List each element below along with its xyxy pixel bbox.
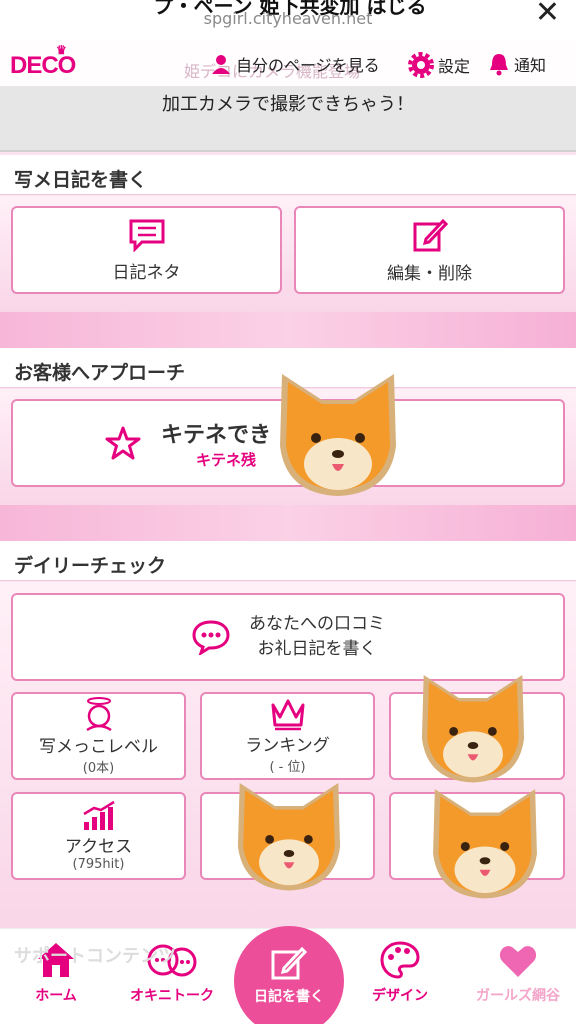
notification-link[interactable]: 通知 <box>488 52 546 76</box>
edit-delete-label: 編集・削除 <box>387 263 472 284</box>
photo-level-value: (0本) <box>82 761 115 776</box>
settings-label: 設定 <box>438 57 471 76</box>
site-header: 姫デコにカメラ機能登場 DECO ♛ 自分のページを見る 設定 通知 <box>0 40 576 86</box>
crown-icon <box>271 699 304 731</box>
photo-level-button[interactable]: 写メっこレベル (0本) <box>11 692 186 780</box>
review-line2: お礼日記を書く <box>257 639 377 659</box>
browser-bar: プ・ペーン 姫下共変加 はじる spgirl.cityheaven.net ✕ <box>0 0 576 40</box>
close-icon[interactable]: ✕ <box>535 0 560 28</box>
shiba-dog-sticker <box>280 374 396 496</box>
shiba-dog-sticker <box>237 783 341 891</box>
diary-topic-button[interactable]: 日記ネタ <box>11 206 282 294</box>
star-icon <box>105 426 141 460</box>
notice-text: 加工カメラで撮影できちゃう！ <box>162 94 414 115</box>
shiba-dog-sticker <box>433 789 537 899</box>
my-page-label: 自分のページを見る <box>236 56 380 75</box>
deco-logo[interactable]: DECO ♛ <box>10 43 76 80</box>
ranking-value: ( - 位) <box>269 760 306 775</box>
ranking-label: ランキング <box>245 736 330 756</box>
ranking-button[interactable]: ランキング ( - 位) <box>200 692 375 780</box>
my-page-link[interactable]: 自分のページを見る <box>210 52 380 76</box>
nav-okini-label: オキニトーク <box>130 988 214 1004</box>
access-button[interactable]: アクセス (795hit) <box>11 792 186 880</box>
chat-bubble-icon <box>192 620 230 655</box>
palette-icon <box>380 941 420 979</box>
daily-section-title: デイリーチェック <box>0 541 576 581</box>
access-value: (795hit) <box>72 857 125 872</box>
browser-url[interactable]: spgirl.cityheaven.net <box>0 9 576 28</box>
kitene-label: キテネでき <box>161 422 272 448</box>
nav-design-label: デザイン <box>372 988 428 1004</box>
nav-girls[interactable]: ガールズ網谷 <box>468 929 568 1024</box>
angel-icon <box>85 697 112 732</box>
bell-icon <box>490 54 508 76</box>
decorative-band <box>0 505 576 541</box>
settings-link[interactable]: 設定 <box>408 52 470 78</box>
write-diary-label: 日記を書く <box>254 989 324 1005</box>
speech-bubble-icon <box>129 219 164 252</box>
edit-icon <box>413 218 448 251</box>
person-icon <box>212 55 230 74</box>
nav-home-label: ホーム <box>35 988 77 1004</box>
nav-girls-label: ガールズ網谷 <box>476 988 560 1004</box>
support-contents-title: サポートコンテンツ <box>14 946 176 967</box>
edit-delete-button[interactable]: 編集・削除 <box>294 206 565 294</box>
nav-design[interactable]: デザイン <box>350 929 450 1024</box>
notification-label: 通知 <box>514 56 547 75</box>
diary-section-title: 写メ日記を書く <box>0 155 576 195</box>
crown-icon: ♛ <box>56 43 67 57</box>
heart-icon <box>499 946 537 977</box>
kitene-remaining: キテネ残 <box>196 450 257 469</box>
edit-icon <box>271 946 308 980</box>
camera-notice[interactable]: 加工カメラで撮影できちゃう！ <box>0 86 576 152</box>
decorative-band <box>0 312 576 348</box>
bar-chart-icon <box>82 800 115 830</box>
diary-topic-label: 日記ネタ <box>112 262 181 283</box>
review-line1: あなたへの口コミ <box>249 614 385 634</box>
gear-icon <box>408 52 434 78</box>
shiba-dog-sticker <box>421 675 525 783</box>
access-label: アクセス <box>64 837 133 857</box>
photo-level-label: 写メっこレベル <box>39 737 158 757</box>
